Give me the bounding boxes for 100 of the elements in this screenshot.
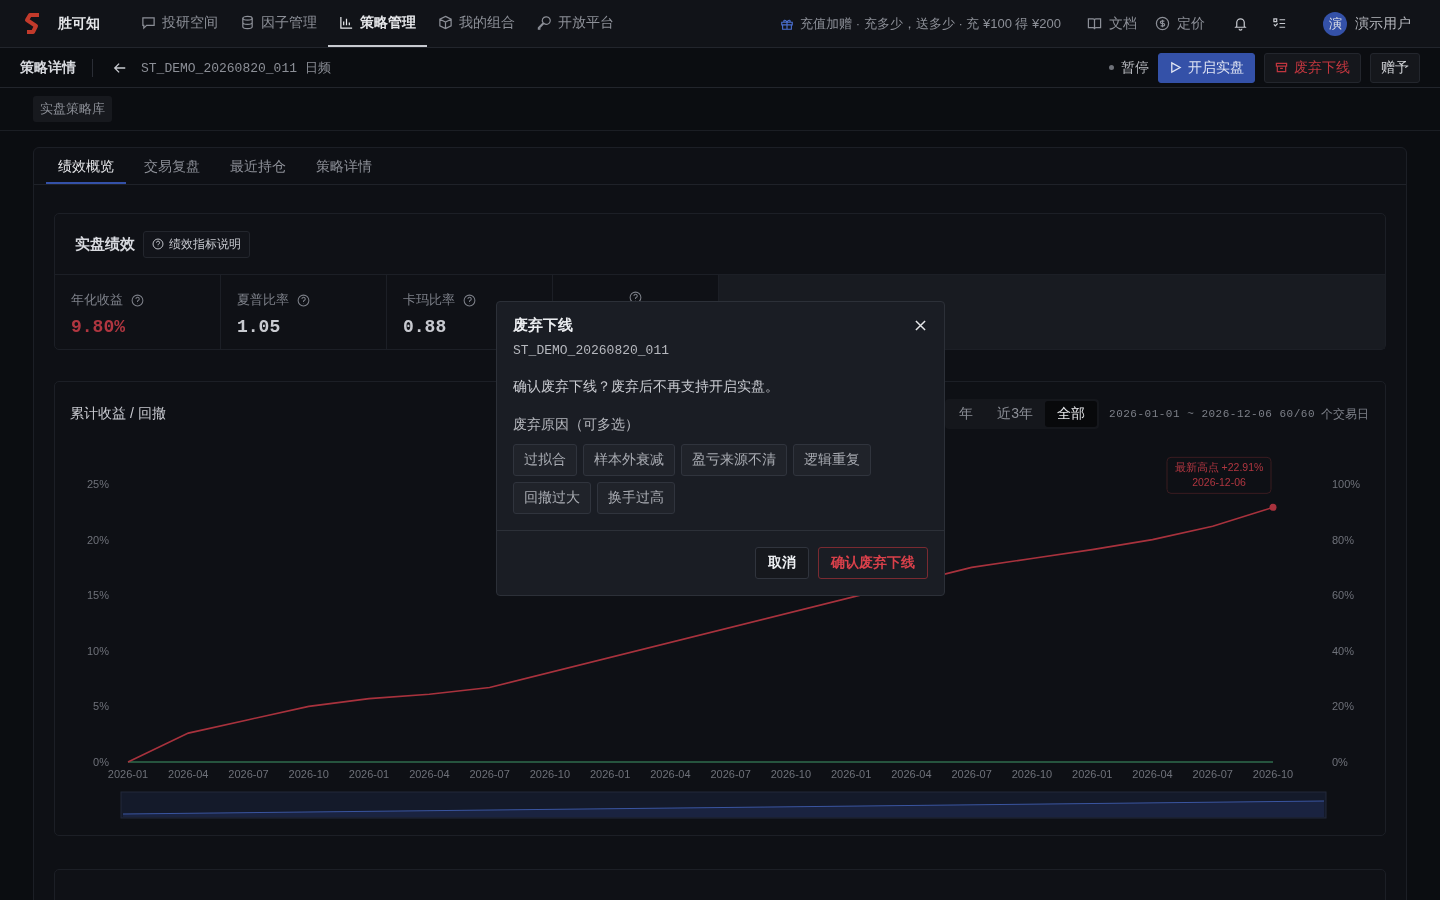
action-button[interactable]: 赠予	[1370, 52, 1420, 83]
help-icon[interactable]	[629, 291, 642, 304]
metric-value: 9.80%	[71, 317, 125, 337]
x-axis-label: 2026-04	[1132, 768, 1173, 780]
strategy-code: ST_DEMO_20260820_011	[513, 343, 670, 358]
metric-value: 0.88	[403, 317, 447, 337]
action-button[interactable]: 开启实盘	[1158, 52, 1255, 83]
tab[interactable]: 策略详情	[304, 148, 384, 184]
metrics-help-button[interactable]: 绩效指标说明	[143, 230, 250, 258]
metric-label: 夏普比率	[237, 291, 289, 309]
x-axis-label: 2026-01	[1072, 768, 1113, 780]
nav-item[interactable]: 投研空间	[130, 0, 229, 47]
y-axis-label: 100%	[1332, 478, 1361, 490]
bell-icon[interactable]	[1233, 16, 1248, 31]
tab[interactable]: 交易复盘	[132, 148, 212, 184]
x-axis-label: 2026-07	[710, 768, 751, 780]
x-axis-label: 2026-04	[168, 768, 209, 780]
y-axis-label: 10%	[86, 644, 109, 657]
play-icon	[1169, 61, 1182, 74]
confirm-button[interactable]: 确认废弃下线	[818, 547, 928, 579]
help-icon	[152, 238, 164, 250]
action-button[interactable]: 废弃下线	[1264, 52, 1361, 83]
cancel-button[interactable]: 取消	[755, 547, 809, 579]
y-axis-label: 40%	[1332, 644, 1355, 657]
strategy-code: ST_DEMO_20260820_011 日频	[141, 59, 331, 77]
nav-link[interactable]: 定价	[1155, 14, 1205, 33]
nav-item[interactable]: 因子管理	[229, 0, 328, 47]
dialog-title: 废弃下线	[513, 316, 573, 335]
database-icon	[240, 15, 255, 30]
x-axis-label: 2026-10	[288, 768, 329, 780]
chart-title: 累计收益 / 回撤	[70, 405, 166, 423]
key-icon	[537, 15, 552, 30]
reason-option[interactable]: 回撤过大	[513, 482, 591, 514]
annotation-text: 最新高点 +22.91%	[1174, 461, 1264, 474]
latest-point-marker	[1269, 503, 1277, 511]
date-range-unit: 个交易日	[1321, 405, 1369, 423]
y-axis-label: 20%	[86, 533, 109, 546]
y-axis-label: 15%	[86, 589, 109, 602]
metric-value: 1.05	[237, 317, 281, 337]
reason-option[interactable]: 逻辑重复	[793, 444, 871, 476]
x-axis-label: 2026-10	[1252, 768, 1294, 780]
tab[interactable]: 绩效概览	[46, 148, 126, 184]
reason-option[interactable]: 盈亏来源不清	[681, 444, 787, 476]
reason-label: 废弃原因（可多选）	[513, 416, 639, 434]
reason-option[interactable]: 过拟合	[513, 444, 577, 476]
brand-name: 胜可知	[58, 14, 100, 33]
dollar-icon	[1155, 16, 1170, 31]
y-axis-label: 25%	[86, 478, 109, 490]
x-axis-label: 2026-10	[529, 768, 571, 780]
range-option[interactable]: 全部	[1045, 401, 1098, 427]
nav-item[interactable]: 开放平台	[526, 0, 625, 47]
metric-label: 卡玛比率	[403, 291, 455, 309]
x-axis-label: 2026-10	[1011, 768, 1053, 780]
back-arrow-icon[interactable]	[113, 60, 127, 75]
reason-option[interactable]: 样本外衰减	[583, 444, 675, 476]
metric-label: 年化收益	[71, 291, 123, 309]
status-dot	[1109, 65, 1114, 70]
promo-text[interactable]: 充值加赠 · 充多少，送多少 · 充 ¥100 得 ¥200	[800, 14, 1061, 33]
book-icon	[1087, 16, 1102, 31]
y-axis-label: 0%	[93, 756, 109, 768]
y-axis-label: 20%	[1332, 700, 1355, 713]
x-axis-label: 2026-07	[469, 768, 510, 780]
range-option[interactable]: 近3年	[985, 401, 1046, 427]
user-avatar[interactable]: 演	[1323, 11, 1347, 36]
help-icon[interactable]	[131, 293, 144, 307]
y-axis-label: 0%	[1332, 756, 1348, 768]
x-axis-label: 2026-01	[107, 768, 149, 780]
x-axis-label: 2026-04	[891, 768, 932, 780]
dialog-message: 确认废弃下线？废弃后不再支持开启实盘。	[513, 378, 779, 396]
user-name[interactable]: 演示用户	[1355, 14, 1411, 33]
nav-link[interactable]: 文档	[1087, 14, 1137, 33]
close-icon[interactable]	[915, 320, 926, 331]
checklist-icon[interactable]	[1272, 16, 1287, 31]
y-axis-label: 80%	[1332, 533, 1355, 546]
x-axis-label: 2026-01	[589, 768, 631, 780]
y-axis-label: 5%	[93, 700, 109, 713]
x-axis-label: 2026-10	[770, 768, 812, 780]
help-icon[interactable]	[463, 293, 476, 307]
status-text: 暂停	[1121, 58, 1149, 77]
annotation-text: 2026-12-06	[1192, 476, 1246, 489]
x-axis-label: 2026-01	[830, 768, 872, 780]
speech-bubble-icon	[141, 15, 156, 30]
bar-chart-icon	[339, 15, 354, 30]
nav-item[interactable]: 我的组合	[427, 0, 526, 47]
date-range: 2026-01-01 ~ 2026-12-06 60/60	[1109, 408, 1315, 420]
x-axis-label: 2026-07	[228, 768, 269, 780]
y-axis-label: 60%	[1332, 589, 1355, 602]
cube-icon	[438, 15, 453, 30]
archive-icon	[1275, 61, 1288, 74]
page-title: 策略详情	[20, 58, 76, 77]
nav-item[interactable]: 策略管理	[328, 0, 427, 47]
help-icon[interactable]	[297, 293, 310, 307]
tab[interactable]: 最近持仓	[218, 148, 298, 184]
reason-option[interactable]: 换手过高	[597, 482, 675, 514]
panel-title: 实盘绩效	[75, 234, 135, 254]
x-axis-label: 2026-04	[409, 768, 450, 780]
x-axis-label: 2026-07	[951, 768, 992, 780]
library-chip[interactable]: 实盘策略库	[33, 96, 112, 122]
range-slider[interactable]	[120, 791, 1327, 819]
range-option[interactable]: 年	[947, 401, 986, 427]
